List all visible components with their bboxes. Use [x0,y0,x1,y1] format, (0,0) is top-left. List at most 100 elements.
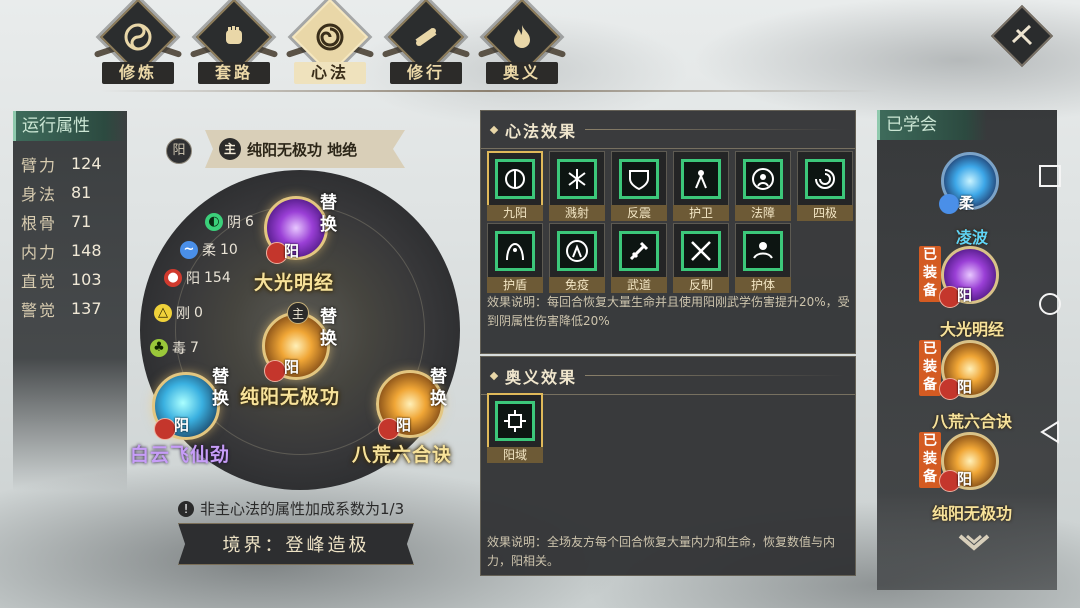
effect-name: 护盾 [487,277,543,293]
yinyang-icon [96,16,180,58]
yang-domain-icon [495,401,535,441]
tab-mystery[interactable]: 奥义 [477,0,567,84]
triangle-back-icon [1040,420,1059,444]
yin-value: 6 [245,214,254,230]
effect-mianyi[interactable]: 免疫 [549,223,605,293]
effect-siji[interactable]: 四极 [797,151,853,221]
tab-heart-method[interactable]: 心法 [285,0,375,84]
effect-yangyu[interactable]: 阳域 [487,393,543,463]
yang-label: 阳 [186,271,200,287]
effect-fanzhen[interactable]: 反震 [611,151,667,221]
learned-name: 凌波 [955,228,988,247]
attr-gang: △ 刚 0 [154,303,203,323]
fist-icon [192,16,276,58]
xinfa-effect-description: 效果说明：每回合恢复大量生命并且使用阳刚武学伤害提升20%，受到阴属性伤害降低2… [487,295,850,328]
header-dot [489,371,499,380]
aoyi-effect-panel: 奥义效果 阳域 效果说明：全场友方每个回合恢复大量内力和生命，恢复数值与内力，阳… [480,356,856,576]
stat-value: 71 [71,212,92,231]
close-button[interactable] [990,4,1054,68]
effect-name: 护体 [735,277,791,293]
effect-hudun[interactable]: 护盾 [487,223,543,293]
stat-row: 身法 81 [13,178,127,207]
effect-jianshe[interactable]: 溅射 [549,151,605,221]
main-method-title: 纯阳无极功 地绝 [247,140,358,159]
back-nav-button[interactable] [1038,420,1062,444]
scroll-down-button[interactable] [957,532,991,554]
tab-practice[interactable]: 修行 [381,0,471,84]
effect-frame [735,223,791,279]
yin-badge-icon: ◐ [205,213,223,231]
xinfa-effect-title: 心法效果 [505,121,578,141]
stat-name: 直觉 [21,271,58,291]
crossed-swords-icon [681,231,721,271]
effect-name: 武道 [611,277,667,293]
effect-jiuyang[interactable]: 九阳 [487,151,543,221]
swap-button-right[interactable]: 替换 [430,366,450,410]
learned-name: 纯阳无极功 [931,504,1012,523]
learned-name: 大光明经 [939,320,1004,339]
coefficient-note-text: 非主心法的属性加成系数为1/3 [200,500,405,518]
realm-label: 境界：登峰造极 [178,523,414,565]
effect-huwei[interactable]: 护卫 [673,151,729,221]
home-nav-button[interactable] [1038,292,1062,316]
recents-nav-button[interactable] [1038,164,1062,188]
stat-value: 81 [71,183,92,202]
effect-huti[interactable]: 护体 [735,223,791,293]
swap-button-center[interactable]: 替换 [320,306,340,350]
tab-routines[interactable]: 套路 [189,0,279,84]
xinfa-effect-header: 心法效果 [481,111,855,149]
learned-name: 八荒六合诀 [931,412,1012,431]
effect-frame [487,223,543,279]
splash-icon [557,159,597,199]
tab-training[interactable]: 修炼 [93,0,183,84]
stat-row: 警觉 137 [13,294,127,323]
yang-attribute-tag: 阳 [166,138,192,164]
stat-value: 137 [71,299,102,318]
effect-frame [735,151,791,207]
effect-frame [611,223,667,279]
effect-frame [487,393,543,449]
tab-bar: 修炼 套路 心法 修行 奥义 [93,0,567,84]
swap-button-top[interactable]: 替换 [320,192,340,236]
skill-name-center: 纯阳无极功 [240,386,341,408]
effect-name: 法障 [735,205,791,221]
close-icon [1002,16,1042,56]
rou-text: 柔 [959,194,975,212]
rou-badge-icon: ~ [180,241,198,259]
header-rule [585,375,845,376]
header-dot [489,125,499,134]
yang-text: 阳 [957,470,973,488]
skill-name-right: 八荒六合诀 [352,444,453,466]
yang-text: 阳 [174,416,190,434]
rou-label: 柔 [202,243,216,259]
aoyi-effect-header: 奥义效果 [481,357,855,395]
info-icon: ! [178,500,194,517]
gang-badge-icon: △ [154,304,172,322]
stat-name: 臂力 [21,155,58,175]
flame-icon [480,16,564,58]
header-rule [585,129,845,130]
equipped-badge: 已装备 [919,340,941,396]
aoyi-effect-description: 效果说明：全场友方每个回合恢复大量内力和生命，恢复数值与内力，阳相关。 [487,535,836,568]
stat-name: 身法 [21,184,58,204]
effect-frame [549,151,605,207]
stat-row: 内力 148 [13,236,127,265]
attr-rou: ~ 柔 10 [180,240,238,260]
rou-badge-icon [939,194,959,214]
tab-label: 心法 [294,62,366,84]
effect-frame [673,223,729,279]
yang-text: 阳 [284,242,300,260]
effect-name: 阳域 [487,447,543,463]
swirl-icon [288,16,372,58]
main-badge: 主 [219,138,241,160]
effect-name: 免疫 [549,277,605,293]
effect-fanzhi[interactable]: 反制 [673,223,729,293]
effect-frame [611,151,667,207]
stat-name: 根骨 [21,213,58,233]
effect-fazhang[interactable]: 法障 [735,151,791,221]
effect-wudao[interactable]: 武道 [611,223,667,293]
swap-button-left[interactable]: 替换 [212,366,232,410]
effect-name: 九阳 [487,205,543,221]
barrier-icon [743,159,783,199]
gang-value: 0 [194,305,203,321]
